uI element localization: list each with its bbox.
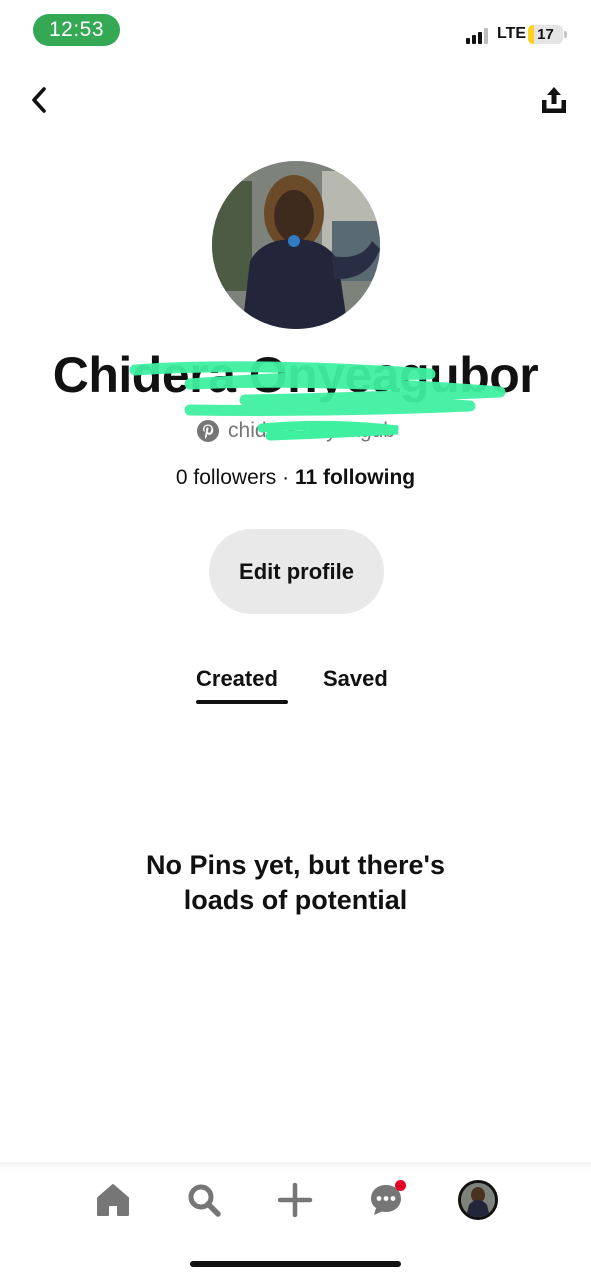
nav-search-button[interactable]	[182, 1178, 226, 1222]
empty-state-message: No Pins yet, but there's loads of potent…	[0, 848, 591, 918]
status-bar: 12:53 LTE 17	[0, 0, 591, 60]
profile-name-area: Chidera Onyeagubor	[0, 340, 591, 420]
tab-created[interactable]: Created	[196, 666, 278, 696]
active-tab-indicator	[196, 700, 288, 704]
chevron-left-icon	[32, 87, 46, 113]
plus-icon	[277, 1182, 313, 1218]
edit-profile-button[interactable]: Edit profile	[209, 529, 384, 614]
battery-level: 17	[537, 26, 554, 43]
battery-cap	[564, 31, 567, 38]
username-row: chidera.onyeagub	[0, 417, 591, 445]
following-count[interactable]: 11 following	[295, 466, 415, 489]
signal-strength-icon	[466, 28, 492, 44]
status-time: 12:53	[33, 14, 120, 46]
nav-messages-button[interactable]	[364, 1178, 408, 1222]
bottom-nav-divider	[0, 1162, 591, 1170]
home-indicator	[190, 1261, 401, 1267]
empty-state-line-1: No Pins yet, but there's	[146, 850, 445, 880]
empty-state-line-2: loads of potential	[183, 885, 408, 915]
profile-photo	[212, 161, 380, 329]
nav-profile-button[interactable]	[456, 1178, 500, 1222]
stats-separator: ·	[282, 466, 290, 489]
share-button[interactable]	[534, 80, 574, 120]
nav-create-button[interactable]	[273, 1178, 317, 1222]
profile-avatar[interactable]	[212, 161, 380, 329]
follow-stats: 0 followers · 11 following	[0, 466, 591, 496]
pinterest-logo-icon	[197, 420, 220, 442]
share-upload-icon	[542, 87, 566, 113]
avatar	[458, 1180, 498, 1220]
tab-saved[interactable]: Saved	[323, 666, 388, 696]
battery-icon: 17	[528, 25, 563, 44]
followers-count[interactable]: 0 followers	[176, 466, 276, 489]
username: chidera.onyeagub	[228, 419, 395, 442]
network-type: LTE	[497, 25, 527, 42]
search-icon	[188, 1184, 221, 1217]
home-icon	[97, 1184, 129, 1216]
nav-home-button[interactable]	[91, 1178, 135, 1222]
notification-dot	[395, 1180, 406, 1191]
back-button[interactable]	[22, 82, 56, 118]
display-name: Chidera Onyeagubor	[52, 347, 539, 403]
